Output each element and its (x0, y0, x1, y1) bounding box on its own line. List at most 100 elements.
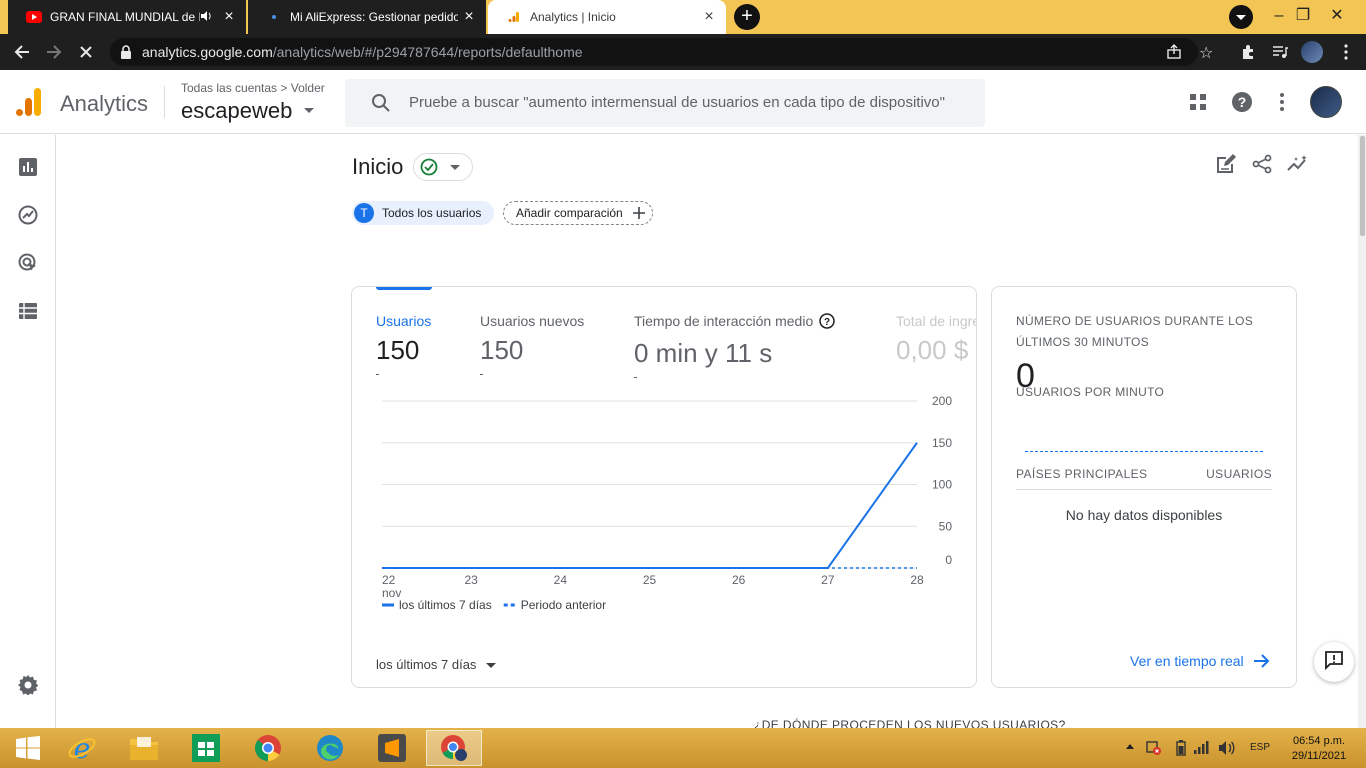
metric-tab-total-revenue[interactable]: Total de ingresos 0,00 $ (896, 313, 976, 366)
reports-icon[interactable] (16, 155, 40, 179)
x-tick-label: 27 (821, 573, 835, 587)
feedback-icon (1324, 650, 1344, 675)
scrollbar-thumb[interactable] (1360, 136, 1365, 236)
taskbar-clock[interactable]: 06:54 p.m. 29/11/2021 (1286, 734, 1352, 764)
share-icon[interactable] (1250, 152, 1274, 176)
file-explorer-icon[interactable] (116, 730, 172, 766)
close-window-button[interactable]: ✕ (1314, 2, 1360, 30)
metric-value: 0 min y 11 s (634, 338, 773, 368)
close-tab-icon[interactable]: × (458, 9, 480, 25)
svg-text:?: ? (1238, 94, 1247, 110)
empty-state-text: No hay datos disponibles (1065, 507, 1223, 523)
realtime-card: NÚMERO DE USUARIOS DURANTE LOS ÚLTIMOS 3… (991, 286, 1297, 688)
profile-avatar-icon[interactable] (1300, 40, 1324, 64)
x-tick-label: 25 (643, 573, 657, 587)
network-warning-icon[interactable] (1146, 740, 1162, 761)
configure-list-icon[interactable] (16, 299, 40, 323)
metric-label: Usuarios nuevos (480, 313, 585, 329)
star-icon[interactable]: ☆ (1199, 43, 1213, 63)
property-selector[interactable]: escapeweb (181, 98, 292, 124)
internet-explorer-icon[interactable]: e (54, 730, 110, 766)
stop-loading-icon[interactable] (74, 40, 98, 64)
close-tab-icon[interactable]: × (218, 9, 240, 25)
explore-icon[interactable] (16, 203, 40, 227)
close-tab-icon[interactable]: × (698, 9, 720, 25)
metric-tab-new-users[interactable]: Usuarios nuevos 150 (480, 313, 584, 375)
help-icon[interactable]: ? (1230, 90, 1254, 114)
users-line-chart: 05010015020022nov23 24 25 26 27 28los últimos… (382, 394, 953, 612)
forward-arrow-icon[interactable] (42, 40, 66, 64)
microsoft-store-icon[interactable] (178, 730, 234, 766)
windows-start-icon[interactable] (0, 730, 56, 766)
metric-value: 150 (376, 335, 420, 365)
browser-tab-analytics[interactable]: Analytics | Inicio × (488, 0, 726, 34)
chrome-icon[interactable] (240, 730, 296, 766)
tab-search-button[interactable] (1229, 5, 1253, 29)
product-name: Analytics (60, 91, 149, 116)
edit-report-icon[interactable] (1214, 152, 1238, 176)
realtime-subtitle: USUARIOS POR MINUTO (1016, 385, 1165, 399)
battery-icon[interactable] (1176, 740, 1186, 761)
sublime-text-icon[interactable] (364, 730, 420, 766)
chrome-active-icon[interactable] (426, 730, 482, 766)
segment-chip-all-users[interactable]: T Todos los usuarios (352, 201, 494, 225)
signal-icon[interactable] (1194, 740, 1210, 759)
windows-taskbar: e ESP 06:54 p.m. 29/11/2021 (0, 728, 1366, 768)
media-control-icon[interactable] (1268, 40, 1292, 64)
x-tick-label: 28 (910, 573, 924, 587)
header-divider (164, 86, 165, 118)
more-vert-icon[interactable] (1270, 90, 1294, 114)
feedback-button[interactable] (1314, 642, 1354, 682)
metric-value: 150 (480, 335, 524, 365)
date-range-selector[interactable]: los últimos 7 días (376, 657, 497, 672)
advertising-icon[interactable] (16, 251, 40, 275)
y-tick-label: 150 (932, 436, 952, 450)
input-language[interactable]: ESP (1250, 742, 1270, 753)
edge-icon[interactable] (302, 730, 358, 766)
back-arrow-icon[interactable] (10, 40, 34, 64)
new-tab-button[interactable]: + (734, 4, 760, 30)
insights-icon[interactable] (1286, 152, 1310, 176)
caret-down-icon[interactable] (304, 108, 314, 113)
share-icon[interactable] (1166, 44, 1182, 65)
search-input[interactable]: Pruebe a buscar "aumento intermensual de… (345, 79, 985, 127)
y-tick-label: 50 (939, 519, 953, 533)
caret-down-icon (486, 663, 497, 669)
analytics-icon (506, 9, 522, 25)
metric-tab-users[interactable]: Usuarios 150 (376, 313, 431, 375)
svg-text:e: e (74, 733, 91, 763)
address-bar[interactable]: analytics.google.com/analytics/web/#/p29… (110, 38, 1213, 66)
column-header-country: PAÍSES PRINCIPALES (1016, 467, 1148, 481)
volume-icon[interactable] (1218, 740, 1236, 761)
caret-down-icon (450, 165, 460, 170)
selected-metric-indicator (376, 287, 432, 290)
metrics-overview-card: Usuarios 150 Usuarios nuevos 150 Tiempo … (351, 286, 977, 688)
metric-delta-placeholder (634, 377, 637, 378)
series-line-current (382, 442, 918, 569)
speaker-icon[interactable] (200, 10, 212, 25)
show-hidden-icons-chevron[interactable] (1126, 744, 1134, 749)
y-tick-label: 0 (945, 553, 952, 567)
segment-label: Todos los usuarios (382, 206, 482, 220)
analytics-logo-icon[interactable] (16, 88, 42, 116)
report-status-chip[interactable] (413, 153, 473, 181)
analytics-header: Analytics Todas las cuentas > Volder esc… (0, 70, 1366, 134)
more-vert-icon[interactable] (1334, 40, 1358, 64)
add-comparison-button[interactable]: Añadir comparación (503, 201, 653, 225)
account-avatar[interactable] (1310, 86, 1342, 118)
view-realtime-link[interactable]: Ver en tiempo real (1130, 653, 1270, 671)
search-placeholder: Pruebe a buscar "aumento intermensual de… (409, 94, 945, 111)
gear-icon[interactable] (16, 673, 40, 697)
browser-tab-aliexpress[interactable]: Mi AliExpress: Gestionar pedidos × (248, 0, 486, 34)
lock-icon[interactable] (120, 45, 132, 64)
help-circle-icon[interactable]: ? (819, 313, 835, 332)
browser-tab-youtube[interactable]: GRAN FINAL MUNDIAL de B × (8, 0, 246, 34)
metric-label: Total de ingresos (896, 313, 976, 329)
realtime-minute-bars (1025, 451, 1263, 452)
apps-grid-icon[interactable] (1186, 90, 1210, 114)
account-breadcrumb[interactable]: Todas las cuentas > Volder (181, 81, 325, 95)
extensions-icon[interactable] (1236, 40, 1260, 64)
tab-title: GRAN FINAL MUNDIAL de B (50, 10, 200, 24)
svg-text:?: ? (824, 317, 830, 328)
metric-tab-engagement-time[interactable]: Tiempo de interacción medio ? 0 min y 11… (634, 313, 835, 378)
